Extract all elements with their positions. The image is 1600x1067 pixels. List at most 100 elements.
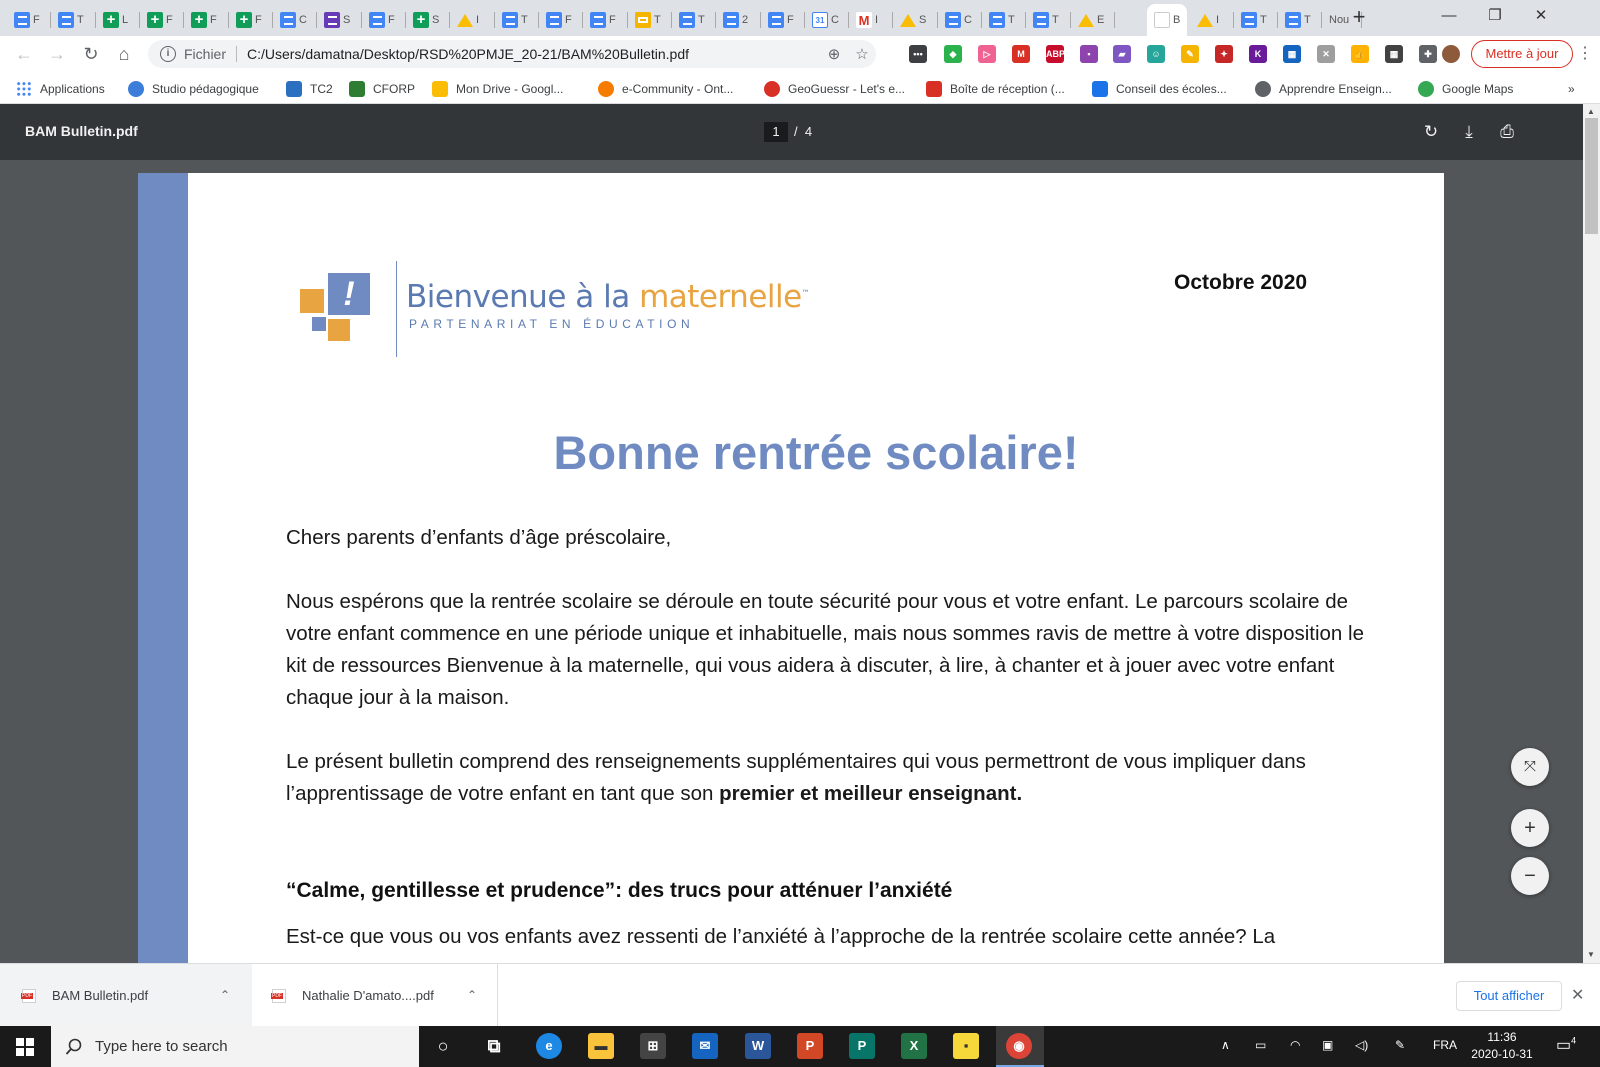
browser-tab[interactable]: I — [450, 4, 495, 36]
browser-tab[interactable]: F — [761, 4, 805, 36]
store-icon[interactable]: ⊞ — [640, 1033, 666, 1059]
page-number-input[interactable]: 1 — [764, 122, 788, 142]
ext-bookmark-icon[interactable]: ▰ — [1113, 45, 1131, 63]
home-button[interactable]: ⌂ — [110, 40, 138, 68]
word-icon[interactable]: W — [745, 1033, 771, 1059]
zoom-indicator-icon[interactable]: ⊕ — [820, 45, 848, 63]
print-icon[interactable]: ⎙ — [1493, 118, 1521, 146]
publisher-icon[interactable]: P — [849, 1033, 875, 1059]
scroll-down-arrow[interactable]: ▼ — [1587, 950, 1595, 959]
forward-button[interactable]: → — [43, 40, 71, 68]
network-icon[interactable]: ▣ — [1322, 1038, 1333, 1052]
ext-gmail-icon[interactable]: M — [1012, 45, 1030, 63]
browser-tab[interactable]: S — [317, 4, 362, 36]
fit-page-button[interactable]: ⤧ — [1511, 748, 1549, 786]
chevron-up-icon[interactable]: ⌃ — [467, 988, 477, 1002]
browser-tab[interactable]: F — [140, 4, 184, 36]
task-view-icon[interactable]: ⧉ — [481, 1033, 507, 1059]
zoom-out-button[interactable]: − — [1511, 857, 1549, 895]
bookmark-item[interactable]: CFORP — [349, 80, 415, 98]
back-button[interactable]: ← — [10, 40, 38, 68]
excel-icon[interactable]: X — [901, 1033, 927, 1059]
ext-screencast-icon[interactable]: ☺ — [1147, 45, 1165, 63]
ext-dots-icon[interactable]: ••• — [909, 45, 927, 63]
ext-red-square-icon[interactable]: ✦ — [1215, 45, 1233, 63]
new-tab-button[interactable]: + — [1345, 4, 1373, 32]
browser-tab[interactable]: MI — [849, 4, 893, 36]
tray-chevron-icon[interactable]: ∧ — [1221, 1038, 1230, 1052]
browser-tab[interactable]: F — [362, 4, 406, 36]
system-clock[interactable]: 11:36 2020-10-31 — [1465, 1029, 1539, 1063]
bookmarks-overflow-icon[interactable]: » — [1568, 80, 1575, 98]
bookmark-item[interactable]: Conseil des écoles... — [1092, 80, 1227, 98]
scroll-up-arrow[interactable]: ▲ — [1587, 107, 1595, 116]
browser-tab[interactable]: I — [1190, 4, 1234, 36]
address-bar[interactable]: i Fichier C:/Users/damatna/Desktop/RSD%2… — [148, 40, 876, 68]
close-shelf-icon[interactable]: ✕ — [1571, 985, 1584, 1005]
bookmark-item[interactable]: Mon Drive - Googl... — [432, 80, 563, 98]
scroll-thumb[interactable] — [1585, 118, 1598, 234]
browser-tab[interactable]: S — [893, 4, 938, 36]
language-indicator[interactable]: FRA — [1433, 1038, 1457, 1052]
ext-loom-icon[interactable]: ✕ — [1317, 45, 1335, 63]
show-all-downloads-button[interactable]: Tout afficher — [1456, 981, 1562, 1011]
ext-feedly-icon[interactable]: ◆ — [944, 45, 962, 63]
bookmark-item[interactable]: e-Community - Ont... — [598, 80, 733, 98]
powerpoint-icon[interactable]: P — [797, 1033, 823, 1059]
bookmark-item[interactable]: GeoGuessr - Let's e... — [764, 80, 905, 98]
reload-button[interactable]: ↻ — [77, 40, 105, 68]
browser-tab[interactable]: C — [938, 4, 982, 36]
download-item[interactable]: BAM Bulletin.pdf ⌃ — [0, 964, 252, 1027]
vertical-scrollbar[interactable]: ▲ ▼ — [1583, 104, 1600, 963]
pdf-viewport[interactable]: ! Bienvenue à la maternelle™ PARTENARIAT… — [0, 160, 1583, 963]
browser-tab[interactable]: F — [539, 4, 583, 36]
menu-icon[interactable]: ⋮ — [1577, 40, 1593, 68]
browser-tab[interactable]: 31 C — [805, 4, 849, 36]
tab-active[interactable]: B✕ — [1147, 4, 1187, 36]
download-item[interactable]: Nathalie D'amato....pdf ⌃ — [252, 964, 498, 1027]
ext-thumb-icon[interactable]: 👍 — [1351, 45, 1369, 63]
browser-tab[interactable]: T — [1278, 4, 1322, 36]
browser-tab[interactable]: T — [672, 4, 716, 36]
bookmark-item[interactable]: Boîte de réception (... — [926, 80, 1065, 98]
browser-tab[interactable]: F — [583, 4, 628, 36]
chevron-up-icon[interactable]: ⌃ — [220, 988, 230, 1002]
cortana-icon[interactable]: ○ — [430, 1033, 456, 1059]
ext-palette-icon[interactable]: ✎ — [1181, 45, 1199, 63]
restore-button[interactable]: ❐ — [1472, 0, 1518, 32]
bookmark-item[interactable]: Google Maps — [1418, 80, 1513, 98]
download-icon[interactable]: ⤓ — [1455, 118, 1483, 146]
url-text[interactable]: C:/Users/damatna/Desktop/RSD%20PMJE_20-2… — [247, 46, 820, 62]
ext-grid-icon[interactable]: ▦ — [1385, 45, 1403, 63]
pen-icon[interactable]: ✎ — [1395, 1038, 1405, 1052]
browser-tab[interactable]: T — [628, 4, 672, 36]
browser-tab[interactable]: S — [406, 4, 450, 36]
ext-arrow-icon[interactable]: ▷ — [978, 45, 996, 63]
bookmark-item[interactable]: Apprendre Enseign... — [1255, 80, 1392, 98]
profile-avatar[interactable] — [1442, 45, 1460, 63]
battery-icon[interactable]: ▭ — [1255, 1038, 1266, 1052]
bookmark-star-icon[interactable]: ☆ — [848, 45, 876, 63]
sticky-notes-icon[interactable]: ▪ — [953, 1033, 979, 1059]
bookmark-item[interactable]: TC2 — [286, 80, 333, 98]
browser-tab[interactable]: F — [7, 4, 51, 36]
notifications-icon[interactable]: ▭4 — [1556, 1035, 1576, 1055]
bookmark-item[interactable]: Studio pédagogique — [128, 80, 259, 98]
browser-tab[interactable]: L — [96, 4, 140, 36]
close-window-button[interactable]: ✕ — [1518, 0, 1564, 32]
zoom-in-button[interactable]: + — [1511, 809, 1549, 847]
ext-puzzle-purple-icon[interactable]: ▪ — [1080, 45, 1098, 63]
rotate-icon[interactable]: ↻ — [1417, 118, 1445, 146]
chrome-icon[interactable]: ◉ — [1006, 1033, 1032, 1059]
wifi-icon[interactable]: ◠ — [1290, 1038, 1300, 1052]
browser-tab[interactable]: F — [184, 4, 229, 36]
ext-kami-icon[interactable]: K — [1249, 45, 1267, 63]
browser-tab[interactable]: C — [273, 4, 317, 36]
edge-icon[interactable]: e — [536, 1033, 562, 1059]
update-button[interactable]: Mettre à jour — [1471, 40, 1573, 68]
browser-tab[interactable]: F — [229, 4, 273, 36]
browser-tab[interactable]: T — [1026, 4, 1071, 36]
mail-icon[interactable]: ✉ — [692, 1033, 718, 1059]
file-explorer-icon[interactable]: ▬ — [588, 1033, 614, 1059]
volume-icon[interactable]: ◁) — [1355, 1038, 1368, 1052]
